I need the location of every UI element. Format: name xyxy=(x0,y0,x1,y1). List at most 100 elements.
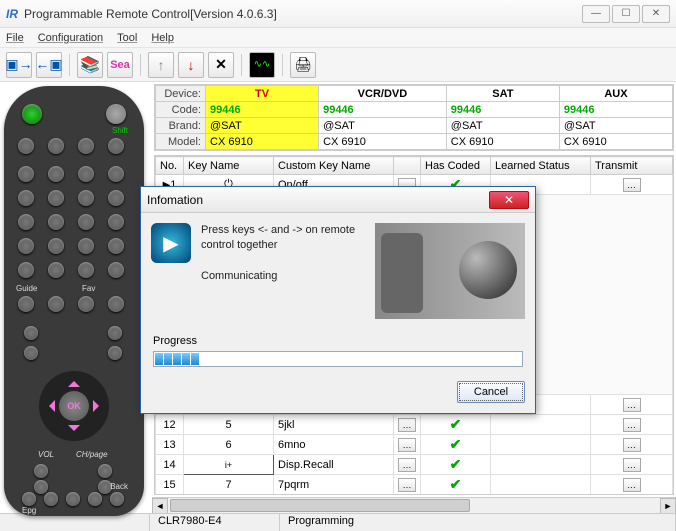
table-row[interactable]: 12 5 5jkl … ✔ … xyxy=(156,415,673,435)
remote-key[interactable] xyxy=(24,326,38,340)
remote-transport[interactable] xyxy=(88,492,102,506)
code-cell[interactable]: 99446 xyxy=(446,102,559,118)
remote-key[interactable] xyxy=(108,214,124,230)
remote-key[interactable] xyxy=(18,214,34,230)
toolbar-read-chip-icon[interactable]: ▣→ xyxy=(6,52,32,78)
dialog-close-button[interactable]: ✕ xyxy=(489,191,529,209)
remote-ch-up[interactable] xyxy=(98,464,112,478)
remote-key[interactable] xyxy=(108,326,122,340)
toolbar-down-icon[interactable]: ↓ xyxy=(178,52,204,78)
remote-vol-down[interactable] xyxy=(34,480,48,494)
remote-key[interactable] xyxy=(108,190,124,206)
remote-key[interactable] xyxy=(18,166,34,182)
menu-tool[interactable]: Tool xyxy=(117,32,137,44)
col-learned[interactable]: Learned Status xyxy=(491,157,591,175)
remote-key[interactable] xyxy=(48,166,64,182)
table-row[interactable]: 15 7 7pqrm … ✔ … xyxy=(156,475,673,495)
edit-button[interactable]: … xyxy=(398,438,416,452)
transmit-button[interactable]: … xyxy=(623,398,641,412)
remote-key[interactable] xyxy=(48,214,64,230)
toolbar-up-icon[interactable]: ↑ xyxy=(148,52,174,78)
edit-button[interactable]: … xyxy=(398,458,416,472)
remote-key[interactable] xyxy=(18,190,34,206)
scroll-left-icon[interactable]: ◄ xyxy=(152,498,168,513)
table-row[interactable]: 14 i+ Disp.Recall … ✔ … xyxy=(156,455,673,475)
transmit-button[interactable]: … xyxy=(623,438,641,452)
transmit-button[interactable]: … xyxy=(623,478,641,492)
dpad-left-icon[interactable] xyxy=(43,400,55,412)
toolbar-search-icon[interactable]: Sea xyxy=(107,52,133,78)
remote-fav-button[interactable] xyxy=(78,296,94,312)
menu-configuration[interactable]: Configuration xyxy=(38,32,103,44)
remote-key[interactable] xyxy=(48,190,64,206)
transmit-button[interactable]: … xyxy=(623,458,641,472)
device-col-sat[interactable]: SAT xyxy=(446,86,559,102)
menu-file[interactable]: File xyxy=(6,32,24,44)
remote-key[interactable] xyxy=(78,238,94,254)
remote-key[interactable] xyxy=(24,346,38,360)
remote-key[interactable] xyxy=(48,238,64,254)
code-cell[interactable]: 99446 xyxy=(206,102,319,118)
toolbar-write-chip-icon[interactable]: ←▣ xyxy=(36,52,62,78)
brand-cell[interactable]: @SAT xyxy=(319,118,447,134)
close-button[interactable]: ✕ xyxy=(642,5,670,23)
device-col-tv[interactable]: TV xyxy=(206,86,319,102)
scroll-thumb[interactable] xyxy=(170,499,470,512)
transmit-button[interactable]: … xyxy=(623,418,641,432)
edit-button[interactable]: … xyxy=(398,418,416,432)
remote-key[interactable] xyxy=(108,166,124,182)
remote-transport[interactable] xyxy=(66,492,80,506)
minimize-button[interactable]: — xyxy=(582,5,610,23)
remote-key[interactable] xyxy=(78,214,94,230)
remote-transport[interactable] xyxy=(110,492,124,506)
horizontal-scrollbar[interactable]: ◄ ► xyxy=(152,497,676,513)
remote-key[interactable] xyxy=(108,262,124,278)
remote-power-button[interactable] xyxy=(22,104,42,124)
remote-transport[interactable] xyxy=(22,492,36,506)
table-row[interactable]: 13 6 6mno … ✔ … xyxy=(156,435,673,455)
code-cell[interactable]: 99446 xyxy=(319,102,447,118)
brand-cell[interactable]: @SAT xyxy=(446,118,559,134)
brand-cell[interactable]: @SAT xyxy=(559,118,672,134)
model-cell[interactable]: CX 6910 xyxy=(319,134,447,150)
col-no[interactable]: No. xyxy=(156,157,184,175)
code-cell[interactable]: 99446 xyxy=(559,102,672,118)
remote-transport[interactable] xyxy=(44,492,58,506)
col-key-name[interactable]: Key Name xyxy=(184,157,274,175)
remote-key[interactable] xyxy=(18,262,34,278)
remote-dev-2[interactable] xyxy=(48,138,64,154)
brand-cell[interactable]: @SAT xyxy=(206,118,319,134)
remote-key[interactable] xyxy=(78,166,94,182)
transmit-button[interactable]: … xyxy=(623,178,641,192)
dpad-right-icon[interactable] xyxy=(93,400,105,412)
model-cell[interactable]: CX 6910 xyxy=(206,134,319,150)
remote-vol-up[interactable] xyxy=(34,464,48,478)
remote-key[interactable] xyxy=(108,238,124,254)
toolbar-print-icon[interactable]: 🖨 xyxy=(290,52,316,78)
col-custom-name[interactable]: Custom Key Name xyxy=(274,157,394,175)
remote-key[interactable] xyxy=(78,262,94,278)
dpad-up-icon[interactable] xyxy=(68,375,80,387)
device-col-aux[interactable]: AUX xyxy=(559,86,672,102)
menu-help[interactable]: Help xyxy=(151,32,174,44)
toolbar-library-icon[interactable]: 📚 xyxy=(77,52,103,78)
edit-button[interactable]: … xyxy=(398,478,416,492)
remote-shift-button[interactable] xyxy=(106,104,126,124)
dpad-ok-button[interactable]: OK xyxy=(59,391,89,421)
remote-guide-button[interactable] xyxy=(18,296,34,312)
remote-key[interactable] xyxy=(48,296,64,312)
remote-key[interactable] xyxy=(18,238,34,254)
device-col-vcr[interactable]: VCR/DVD xyxy=(319,86,447,102)
scroll-right-icon[interactable]: ► xyxy=(660,498,676,513)
remote-key[interactable] xyxy=(108,346,122,360)
remote-key[interactable] xyxy=(78,190,94,206)
remote-key[interactable] xyxy=(108,296,124,312)
model-cell[interactable]: CX 6910 xyxy=(446,134,559,150)
remote-key[interactable] xyxy=(48,262,64,278)
toolbar-wave-icon[interactable]: ∿∿ xyxy=(249,52,275,78)
remote-dev-3[interactable] xyxy=(78,138,94,154)
cancel-button[interactable]: Cancel xyxy=(457,381,525,403)
maximize-button[interactable]: ☐ xyxy=(612,5,640,23)
toolbar-delete-icon[interactable]: ✕ xyxy=(208,52,234,78)
col-has-coded[interactable]: Has Coded xyxy=(421,157,491,175)
